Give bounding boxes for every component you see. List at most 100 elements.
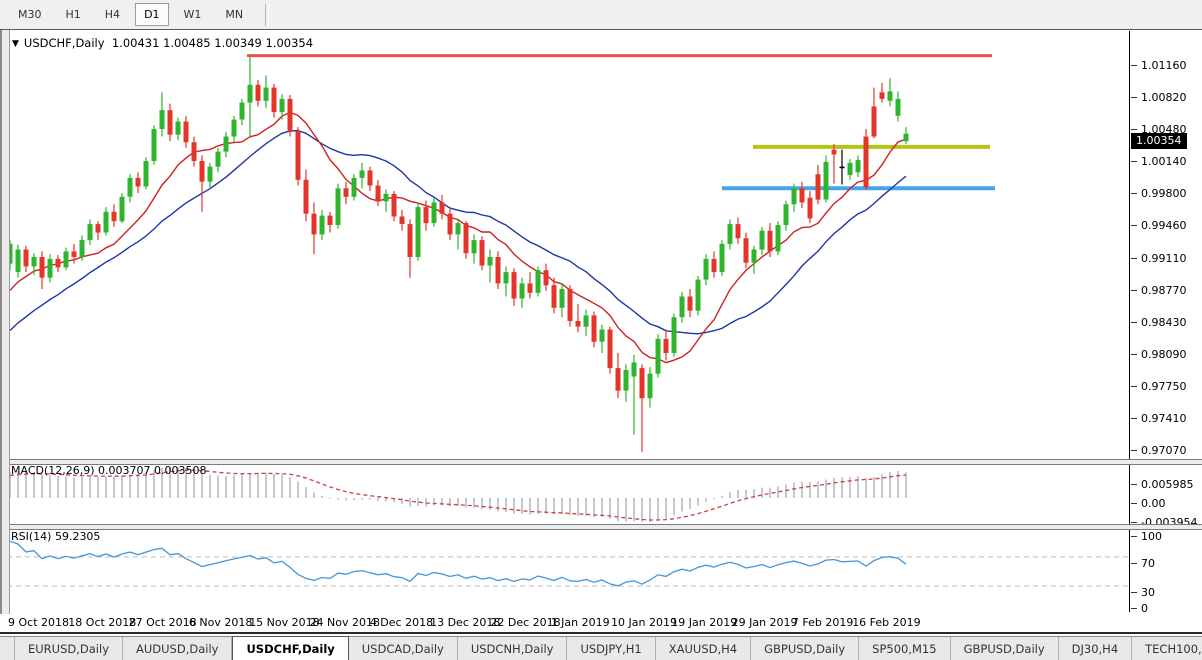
candle-body	[720, 244, 725, 272]
chart-tab-eurusd-daily[interactable]: EURUSD,Daily	[14, 637, 123, 660]
price-tick: 1.00820	[1141, 91, 1187, 104]
candle-body	[872, 106, 877, 136]
candle-body	[432, 202, 437, 223]
candle-body	[224, 137, 229, 152]
candle-body	[128, 178, 133, 197]
price-tick: 0.97410	[1141, 412, 1187, 425]
candle-body	[864, 137, 869, 188]
timeframe-button-w1[interactable]: W1	[175, 3, 211, 26]
candle-body	[184, 122, 189, 143]
timeframe-button-d1[interactable]: D1	[135, 3, 168, 26]
candle-body	[360, 170, 365, 178]
chart-tab-usdchf-daily[interactable]: USDCHF,Daily	[232, 636, 348, 660]
price-tick: 0.99800	[1141, 187, 1187, 200]
rsi-axis-label: 30	[1141, 586, 1155, 599]
candle-body	[672, 317, 677, 353]
candle-body	[600, 330, 605, 342]
candle-body	[648, 374, 653, 399]
candle-body	[208, 167, 213, 182]
date-tick-label: 16 Feb 2019	[852, 616, 920, 629]
chart-tab-gbpusd-daily[interactable]: GBPUSD,Daily	[951, 637, 1059, 660]
timeframe-button-h1[interactable]: H1	[57, 3, 90, 26]
candle-body	[568, 289, 573, 321]
rsi-line	[10, 541, 906, 586]
candle-body	[768, 231, 773, 252]
candle-body	[728, 224, 733, 244]
candle-body	[712, 259, 717, 272]
chart-tab-dj30-h4[interactable]: DJ30,H4	[1059, 637, 1133, 660]
candle-body	[376, 186, 381, 202]
window-splitter[interactable]	[0, 30, 10, 614]
candle-body	[528, 283, 533, 292]
candle-body	[328, 216, 333, 225]
price-tick: 0.97750	[1141, 380, 1187, 393]
candle-body	[584, 315, 589, 326]
panel-splitter[interactable]	[0, 459, 1202, 465]
candle-body	[448, 214, 453, 235]
price-chart-canvas[interactable]	[7, 31, 1129, 459]
candle-body	[40, 257, 45, 278]
date-tick-label: 18 Oct 2018	[68, 616, 136, 629]
chart-tab-usdcnh-daily[interactable]: USDCNH,Daily	[458, 637, 568, 660]
candle-body	[64, 251, 69, 267]
candle-body	[800, 188, 805, 202]
candle-body	[368, 170, 373, 185]
candle-body	[752, 250, 757, 263]
panel-splitter[interactable]	[0, 524, 1202, 530]
chart-tab-tech100-h1[interactable]: TECH100,H1	[1132, 637, 1202, 660]
candle-body	[816, 174, 821, 199]
chart-tab-usdcad-daily[interactable]: USDCAD,Daily	[349, 637, 458, 660]
candle-body	[856, 160, 861, 172]
date-tick-label: 19 Jan 2019	[671, 616, 737, 629]
candle-body	[56, 259, 61, 268]
candle-body	[304, 180, 309, 214]
chart-ohlc-readout: 1.00431 1.00485 1.00349 1.00354	[112, 36, 313, 50]
candle-body	[392, 194, 397, 217]
candle-body	[144, 161, 149, 186]
timeframe-button-h4[interactable]: H4	[96, 3, 129, 26]
macd-signal-line	[10, 470, 906, 520]
candle-body	[88, 224, 93, 240]
price-tick: 0.97070	[1141, 444, 1187, 457]
candle-body	[200, 161, 205, 182]
candle-body	[384, 194, 389, 202]
candle-body	[576, 321, 581, 327]
chart-tab-sp500-m15[interactable]: SP500,M15	[859, 637, 950, 660]
price-tick: 0.98430	[1141, 316, 1187, 329]
chart-tab-xauusd-h4[interactable]: XAUUSD,H4	[656, 637, 751, 660]
candle-body	[760, 231, 765, 250]
candle-body	[16, 250, 21, 273]
rsi-indicator-canvas[interactable]	[7, 528, 1129, 610]
candle-body	[696, 280, 701, 311]
candle-body	[136, 178, 141, 187]
macd-axis-label: 0.005985	[1141, 478, 1194, 491]
candle-body	[832, 150, 837, 155]
candle-body	[744, 238, 749, 263]
date-tick-label: 6 Nov 2018	[189, 616, 252, 629]
candle-body	[96, 224, 101, 233]
chart-tab-gbpusd-daily[interactable]: GBPUSD,Daily	[751, 637, 859, 660]
rsi-axis-label: 70	[1141, 557, 1155, 570]
candle-body	[424, 207, 429, 223]
chart-tab-usdjpy-h1[interactable]: USDJPY,H1	[567, 637, 655, 660]
chart-tab-audusd-daily[interactable]: AUDUSD,Daily	[123, 637, 232, 660]
timeframe-button-mn[interactable]: MN	[216, 3, 252, 26]
candle-body	[80, 240, 85, 257]
candle-body	[280, 99, 285, 112]
candle-body	[520, 283, 525, 298]
timeframe-button-m30[interactable]: M30	[9, 3, 51, 26]
candle-body	[624, 370, 629, 391]
candle-body	[272, 88, 277, 113]
timeframe-toolbar: M30 H1 H4 D1 W1MN	[0, 0, 1202, 30]
candle-body	[808, 198, 813, 219]
date-tick-label: 27 Oct 2018	[129, 616, 197, 629]
candle-body	[536, 270, 541, 293]
candle-body	[888, 91, 893, 100]
candle-body	[632, 362, 637, 376]
candle-body	[256, 85, 261, 101]
candle-body	[248, 85, 253, 103]
date-tick-label: 9 Oct 2018	[8, 616, 69, 629]
macd-indicator-label: MACD(12,26,9) 0.003707 0.003508	[11, 464, 207, 477]
candle-body	[344, 188, 349, 197]
current-price-tag: 1.00354	[1131, 133, 1187, 149]
